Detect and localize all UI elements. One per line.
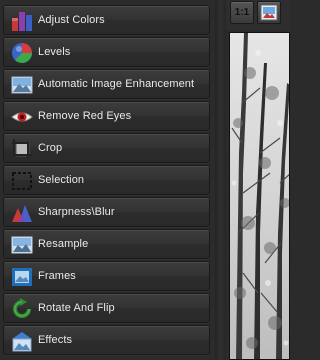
image-editor-window: Adjust Colors Levels Automatic Image Enh… <box>0 0 290 360</box>
image-canvas[interactable] <box>229 32 290 360</box>
panel-splitter[interactable] <box>215 0 226 360</box>
tool-label: Selection <box>38 174 85 186</box>
adjust-colors-icon <box>11 10 33 32</box>
tool-label: Automatic Image Enhancement <box>38 78 195 90</box>
tool-frames[interactable]: Frames <box>3 261 210 291</box>
tool-effects[interactable]: Effects <box>3 325 210 355</box>
tool-auto-enhance[interactable]: Automatic Image Enhancement <box>3 69 210 99</box>
fit-to-window-icon <box>258 2 280 23</box>
tool-label: Resample <box>38 238 89 250</box>
tool-label: Crop <box>38 142 63 154</box>
tool-label: Adjust Colors <box>38 14 105 26</box>
tool-label: Remove Red Eyes <box>38 110 132 122</box>
tool-label: Sharpness\Blur <box>38 206 115 218</box>
actual-size-label: 1:1 <box>234 7 250 18</box>
sharpness-icon <box>11 202 33 224</box>
red-eye-icon <box>11 106 33 128</box>
tool-selection[interactable]: Selection <box>3 165 210 195</box>
tool-sharpness-blur[interactable]: Sharpness\Blur <box>3 197 210 227</box>
tool-label: Rotate And Flip <box>38 302 115 314</box>
image-preview <box>230 33 289 359</box>
actual-size-button[interactable]: 1:1 <box>230 1 254 24</box>
view-toolbar: 1:1 <box>226 0 290 30</box>
effects-icon <box>11 330 33 352</box>
tool-adjust-colors[interactable]: Adjust Colors <box>3 5 210 35</box>
auto-enhance-icon <box>11 74 33 96</box>
tool-levels[interactable]: Levels <box>3 37 210 67</box>
tool-crop[interactable]: Crop <box>3 133 210 163</box>
selection-icon <box>11 170 33 192</box>
crop-icon <box>11 138 33 160</box>
tool-red-eye[interactable]: Remove Red Eyes <box>3 101 210 131</box>
tool-rotate-flip[interactable]: Rotate And Flip <box>3 293 210 323</box>
tool-resample[interactable]: Resample <box>3 229 210 259</box>
tool-label: Levels <box>38 46 71 58</box>
tool-label: Effects <box>38 334 73 346</box>
resample-icon <box>11 234 33 256</box>
frames-icon <box>11 266 33 288</box>
tool-panel: Adjust Colors Levels Automatic Image Enh… <box>0 5 214 360</box>
levels-icon <box>11 42 33 64</box>
rotate-flip-icon <box>11 298 33 320</box>
fit-to-window-button[interactable] <box>257 1 281 24</box>
tool-label: Frames <box>38 270 76 282</box>
